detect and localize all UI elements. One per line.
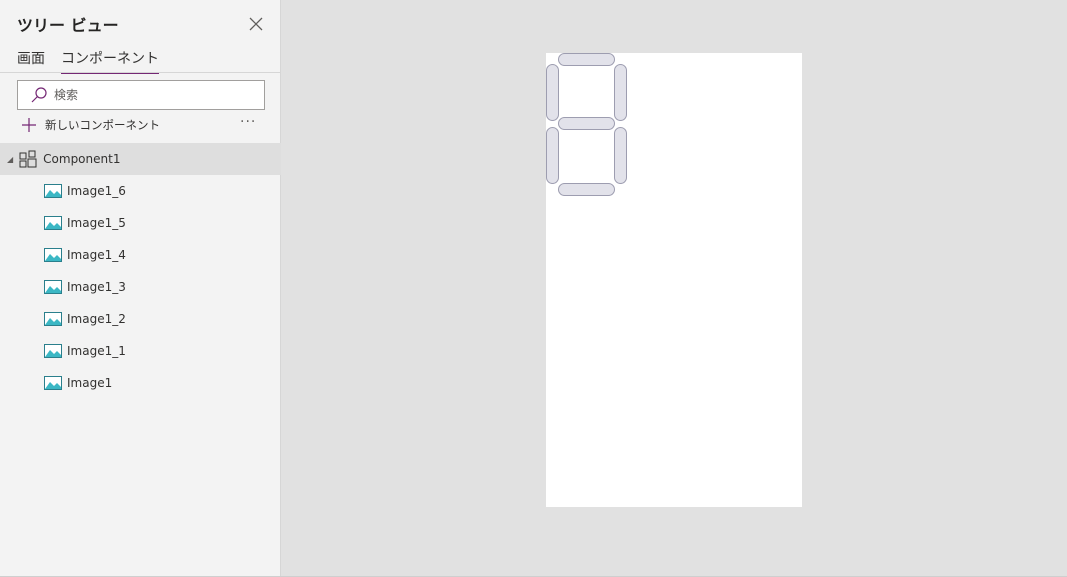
tab-screens[interactable]: 画面 [17, 48, 45, 72]
tree-item-label: Image1_4 [67, 248, 126, 262]
component-canvas[interactable] [546, 53, 802, 507]
tree-item-label: Image1_3 [67, 280, 126, 294]
tree-item-image1-1[interactable]: Image1_1 [0, 335, 281, 367]
search-input[interactable] [54, 88, 244, 102]
image-icon [44, 344, 62, 358]
component-icon [19, 150, 37, 168]
app-window: ツリー ビュー 画面 コンポーネント 新しいコンポーネント ··· [0, 0, 1067, 577]
tree-item-label: Component1 [43, 152, 121, 166]
tree-item-image1-3[interactable]: Image1_3 [0, 271, 281, 303]
tree-item-image1-4[interactable]: Image1_4 [0, 239, 281, 271]
image-icon [44, 216, 62, 230]
tree-item-image1-6[interactable]: Image1_6 [0, 175, 281, 207]
segment-top[interactable] [558, 53, 615, 66]
segment-middle[interactable] [558, 117, 615, 130]
plus-icon [22, 118, 36, 132]
tree-item-label: Image1_1 [67, 344, 126, 358]
segment-bottom[interactable] [558, 183, 615, 196]
tree-item-label: Image1_6 [67, 184, 126, 198]
image-icon [44, 248, 62, 262]
segment-bottom-right[interactable] [614, 127, 627, 184]
more-options-button[interactable]: ··· [240, 114, 256, 130]
panel-title: ツリー ビュー [17, 16, 119, 35]
image-icon [44, 312, 62, 326]
image-icon [44, 280, 62, 294]
image-icon [44, 376, 62, 390]
tab-bar: 画面 コンポーネント [17, 48, 159, 74]
tree-item-component1[interactable]: ◢ Component1 [0, 143, 281, 175]
tree-item-image1[interactable]: Image1 [0, 367, 281, 399]
close-icon [249, 17, 263, 31]
segment-top-left[interactable] [546, 64, 559, 121]
tree-item-label: Image1_5 [67, 216, 126, 230]
tree-item-image1-2[interactable]: Image1_2 [0, 303, 281, 335]
segment-bottom-left[interactable] [546, 127, 559, 184]
new-component-label: 新しいコンポーネント [45, 118, 160, 132]
tree-children: Image1_6 Image1_5 Image1_4 Image1_3 Imag… [0, 175, 281, 399]
tab-components[interactable]: コンポーネント [61, 48, 159, 74]
new-component-button[interactable]: 新しいコンポーネント [21, 117, 160, 133]
caret-down-icon[interactable]: ◢ [7, 155, 13, 164]
search-box[interactable] [17, 80, 265, 110]
close-button[interactable] [246, 14, 266, 34]
segment-top-right[interactable] [614, 64, 627, 121]
tree-item-image1-5[interactable]: Image1_5 [0, 207, 281, 239]
tree-item-label: Image1_2 [67, 312, 126, 326]
tab-divider [0, 72, 281, 73]
tree-item-label: Image1 [67, 376, 113, 390]
tree-view-panel: ツリー ビュー 画面 コンポーネント 新しいコンポーネント ··· [0, 0, 281, 577]
image-icon [44, 184, 62, 198]
search-icon [31, 87, 47, 103]
